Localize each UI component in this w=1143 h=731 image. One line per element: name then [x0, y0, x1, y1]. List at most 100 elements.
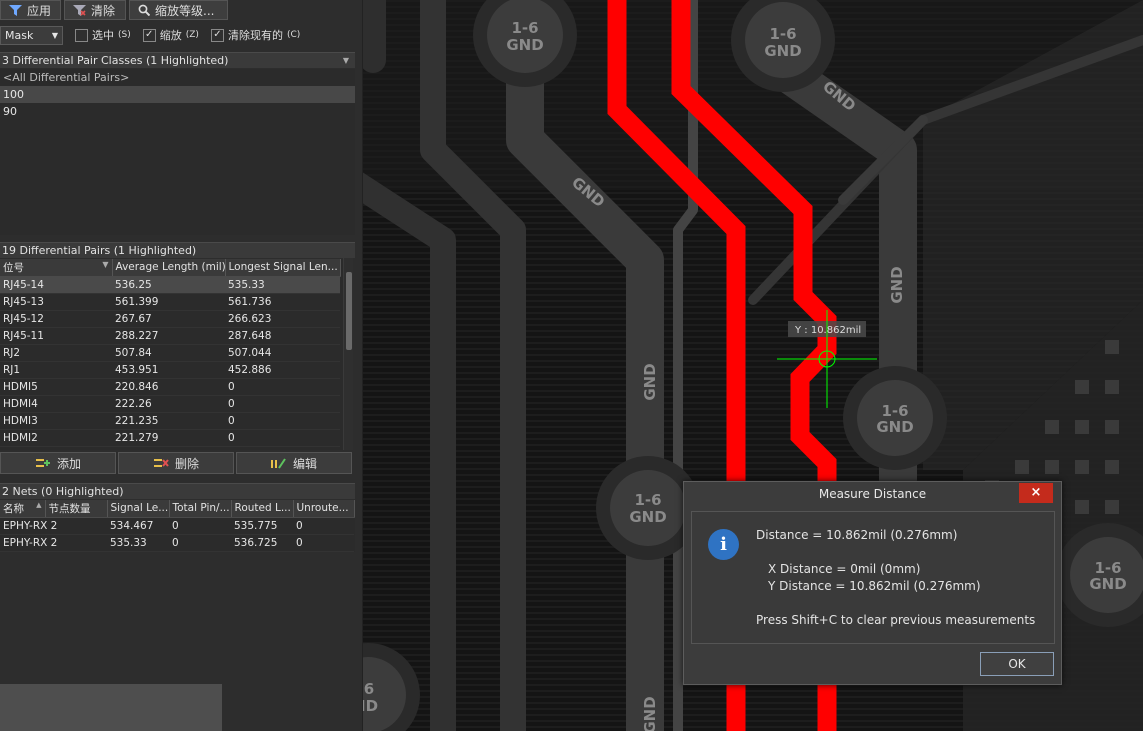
pair-actions: 添加 删除 编辑: [0, 452, 352, 474]
table-row[interactable]: HDMI5 220.846 0: [0, 378, 340, 396]
zoom-checkbox[interactable]: ✓ 缩放 (Z): [142, 27, 199, 43]
table-row[interactable]: RJ45-12 267.67 266.623: [0, 310, 340, 328]
delete-button[interactable]: 删除: [118, 452, 234, 474]
delete-label: 删除: [174, 456, 199, 471]
select-checkbox[interactable]: 选中 (S): [75, 27, 131, 43]
pad-label: 1-6: [769, 25, 796, 43]
table-row[interactable]: HDMI3 221.235 0: [0, 412, 340, 430]
edit-pair-icon: [270, 458, 286, 469]
select-checkbox-label: 选中: [92, 29, 114, 42]
nets-header: 2 Nets (0 Highlighted): [0, 483, 355, 499]
trace-label: GND: [641, 363, 659, 400]
trace-label: GND: [641, 696, 659, 731]
chevron-down-icon[interactable]: ▼: [343, 53, 349, 68]
scrollbar-thumb[interactable]: [346, 272, 352, 350]
ok-button[interactable]: OK: [980, 652, 1054, 676]
y-distance-text: Y Distance = 10.862mil (0.276mm): [768, 579, 981, 593]
pad-label: 1-6: [511, 19, 538, 37]
hint-text: Press Shift+C to clear previous measurem…: [756, 613, 1036, 627]
mask-select-value: Mask: [5, 28, 34, 42]
zoom-level-button[interactable]: 缩放等级...: [129, 0, 228, 20]
pairs-header: 19 Differential Pairs (1 Highlighted): [0, 242, 355, 258]
zoom-checkbox-label: 缩放: [159, 29, 182, 42]
column-header[interactable]: 位号 ▼: [0, 259, 113, 277]
pad-label: GND: [764, 42, 801, 60]
table-row[interactable]: HDMI4 222.26 0: [0, 395, 340, 413]
table-header-row: 名称 ▲ 节点数量 Signal Le... Total Pin/... Rout…: [0, 500, 355, 518]
zoom-level-label: 缩放等级...: [155, 3, 215, 18]
checkmark-icon: ✓: [210, 28, 224, 42]
distance-text: Distance = 10.862mil (0.276mm): [756, 528, 958, 542]
pairs-table: 位号 ▼ Average Length (mil) Longest Signal …: [0, 259, 341, 447]
chevron-down-icon: ▼: [102, 259, 109, 269]
clear-label: 清除: [91, 3, 116, 18]
clear-existing-label: 清除现有的: [227, 29, 283, 42]
zoom-checkbox-key: (Z): [185, 30, 199, 40]
trace-label: GND: [888, 266, 906, 303]
add-button[interactable]: 添加: [0, 452, 116, 474]
table-header-row: 位号 ▼ Average Length (mil) Longest Signal …: [0, 259, 341, 277]
filter-icon: [9, 5, 22, 16]
column-header[interactable]: 节点数量: [45, 500, 108, 518]
list-item[interactable]: <All Differential Pairs>: [0, 69, 355, 86]
column-header[interactable]: Unroute...: [293, 500, 355, 518]
pad-label: GND: [506, 36, 543, 54]
pairs-table-container: 位号 ▼ Average Length (mil) Longest Signal …: [0, 259, 343, 450]
column-header[interactable]: 名称 ▲: [0, 500, 46, 518]
table-row[interactable]: RJ2 507.84 507.044: [0, 344, 340, 362]
pad-label: GND: [876, 418, 913, 436]
nets-title: 2 Nets (0 Highlighted): [2, 485, 124, 498]
toolbar: 应用 清除 缩放等级...: [0, 0, 228, 22]
edit-button[interactable]: 编辑: [236, 452, 352, 474]
table-row[interactable]: RJ45-11 288.227 287.648: [0, 327, 340, 345]
pad-label: 6: [364, 680, 374, 698]
pairs-title: 19 Differential Pairs (1 Highlighted): [2, 244, 197, 257]
table-row[interactable]: EPHY-RX 2 535.33 0 536.725 0: [0, 534, 354, 552]
pad-label: 1-6: [634, 491, 661, 509]
magnifier-icon: [138, 4, 150, 16]
sort-asc-icon: ▲: [36, 500, 42, 509]
clear-existing-checkbox[interactable]: ✓ 清除现有的 (C): [210, 27, 301, 43]
apply-button[interactable]: 应用: [0, 0, 61, 20]
column-header[interactable]: Total Pin/...: [169, 500, 232, 518]
list-item[interactable]: 90: [0, 103, 355, 120]
pad-label: GND: [1089, 575, 1126, 593]
pair-classes-list: <All Differential Pairs> 100 90: [0, 69, 355, 235]
list-item[interactable]: 100: [0, 86, 355, 103]
pairs-scrollbar[interactable]: [343, 258, 353, 450]
table-row[interactable]: EPHY-RX 2 534.467 0 535.775 0: [0, 517, 354, 535]
add-label: 添加: [56, 456, 81, 471]
pair-classes-header: 3 Differential Pair Classes (1 Highlight…: [0, 52, 355, 68]
x-distance-text: X Distance = 0mil (0mm): [768, 562, 921, 576]
delete-pair-icon: [153, 459, 169, 467]
add-pair-icon: [35, 459, 50, 467]
table-row[interactable]: RJ45-13 561.399 561.736: [0, 293, 340, 311]
mask-select[interactable]: Mask ▼: [0, 25, 63, 45]
options-row: Mask ▼ 选中 (S) ✓ 缩放 (Z) ✓ 清除现有的 (C): [0, 25, 300, 45]
pcb-panel: 应用 清除 缩放等级... Mask ▼ 选中 (S) ✓ 缩放 (Z) ✓ 清…: [0, 0, 363, 731]
column-header[interactable]: Longest Signal Len...: [225, 259, 341, 277]
clear-existing-key: (C): [286, 30, 301, 40]
table-row[interactable]: RJ1 453.951 452.886: [0, 361, 340, 379]
pair-classes-title: 3 Differential Pair Classes (1 Highlight…: [2, 54, 229, 67]
close-button[interactable]: ×: [1019, 483, 1053, 503]
select-checkbox-key: (S): [118, 30, 131, 40]
info-icon: i: [708, 529, 739, 560]
checkmark-icon: ✓: [142, 28, 156, 42]
dialog-title: Measure Distance: [818, 487, 927, 501]
filter-clear-icon: [73, 5, 86, 16]
chevron-down-icon: ▼: [51, 30, 58, 40]
column-header[interactable]: Routed L...: [231, 500, 294, 518]
measure-distance-dialog: Measure Distance × i Distance = 10.862mi…: [683, 481, 1062, 685]
table-row[interactable]: HDMI2 221.279 0: [0, 429, 340, 447]
column-header[interactable]: Average Length (mil): [112, 259, 226, 277]
measure-tooltip-text: Y : 10.862mil: [794, 325, 861, 336]
pad-label: GND: [629, 508, 666, 526]
pad-label: ID: [363, 697, 378, 715]
table-row[interactable]: RJ45-14 536.25 535.33: [0, 276, 340, 294]
panel-empty-area: [0, 684, 222, 731]
clear-button[interactable]: 清除: [64, 0, 126, 20]
column-header[interactable]: Signal Le...: [107, 500, 170, 518]
apply-label: 应用: [27, 3, 52, 18]
edit-label: 编辑: [292, 456, 317, 471]
